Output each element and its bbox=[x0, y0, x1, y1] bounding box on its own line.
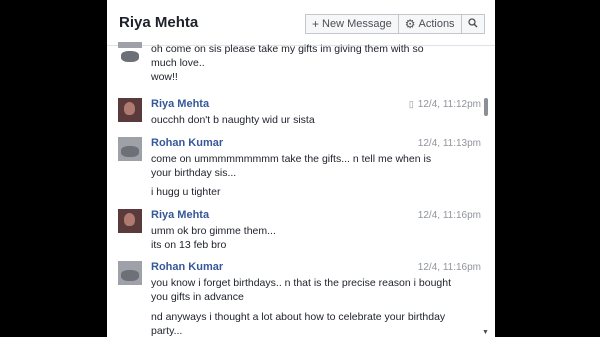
avatar[interactable] bbox=[118, 42, 142, 62]
message-text: wow!! bbox=[151, 71, 178, 83]
message-text: oucchh don't b naughty wid ur sista bbox=[151, 114, 315, 126]
scroll-down-icon[interactable]: ▼ bbox=[482, 329, 489, 336]
avatar[interactable] bbox=[118, 261, 142, 285]
timestamp: ▯ 12/4, 11:12pm bbox=[408, 99, 481, 110]
phone-icon: ▯ bbox=[408, 99, 414, 109]
plus-icon: + bbox=[312, 17, 320, 31]
avatar[interactable] bbox=[118, 209, 142, 233]
new-message-label: New Message bbox=[322, 18, 392, 30]
avatar[interactable] bbox=[118, 137, 142, 161]
gear-icon: ⚙ bbox=[404, 17, 416, 31]
message-text: come on ummmmmmmmm take the gifts... n t… bbox=[151, 153, 432, 179]
sender-name[interactable]: Riya Mehta bbox=[151, 209, 209, 221]
timestamp: 12/4, 11:16pm bbox=[417, 210, 481, 221]
chat-panel: Riya Mehta + New Message ⚙ Actions oh co… bbox=[107, 0, 495, 337]
header-buttons: + New Message ⚙ Actions bbox=[305, 14, 485, 34]
sender-name[interactable]: Riya Mehta bbox=[151, 98, 209, 110]
actions-label: Actions bbox=[418, 18, 455, 30]
message-text: nd anyways i thought a lot about how to … bbox=[151, 311, 446, 337]
sender-name[interactable]: Rohan Kumar bbox=[151, 261, 223, 273]
timestamp: 12/4, 11:13pm bbox=[417, 138, 481, 149]
message-text: oh come on sis please take my gifts im g… bbox=[151, 43, 424, 69]
actions-button[interactable]: ⚙ Actions bbox=[398, 14, 462, 34]
message-text: you know i forget birthdays.. n that is … bbox=[151, 277, 452, 303]
new-message-button[interactable]: + New Message bbox=[305, 14, 399, 34]
search-icon bbox=[467, 17, 478, 31]
message-text: i hugg u tighter bbox=[151, 186, 221, 198]
scrollbar-thumb[interactable] bbox=[484, 98, 488, 116]
chat-header: Riya Mehta + New Message ⚙ Actions bbox=[107, 0, 495, 46]
avatar[interactable] bbox=[118, 98, 142, 122]
timestamp: 12/4, 11:16pm bbox=[417, 262, 481, 273]
message-thread[interactable]: oh come on sis please take my gifts im g… bbox=[107, 42, 495, 337]
search-button[interactable] bbox=[461, 14, 485, 34]
message-text: umm ok bro gimme them... its on 13 feb b… bbox=[151, 225, 276, 251]
conversation-title: Riya Mehta bbox=[119, 14, 199, 31]
sender-name[interactable]: Rohan Kumar bbox=[151, 137, 223, 149]
